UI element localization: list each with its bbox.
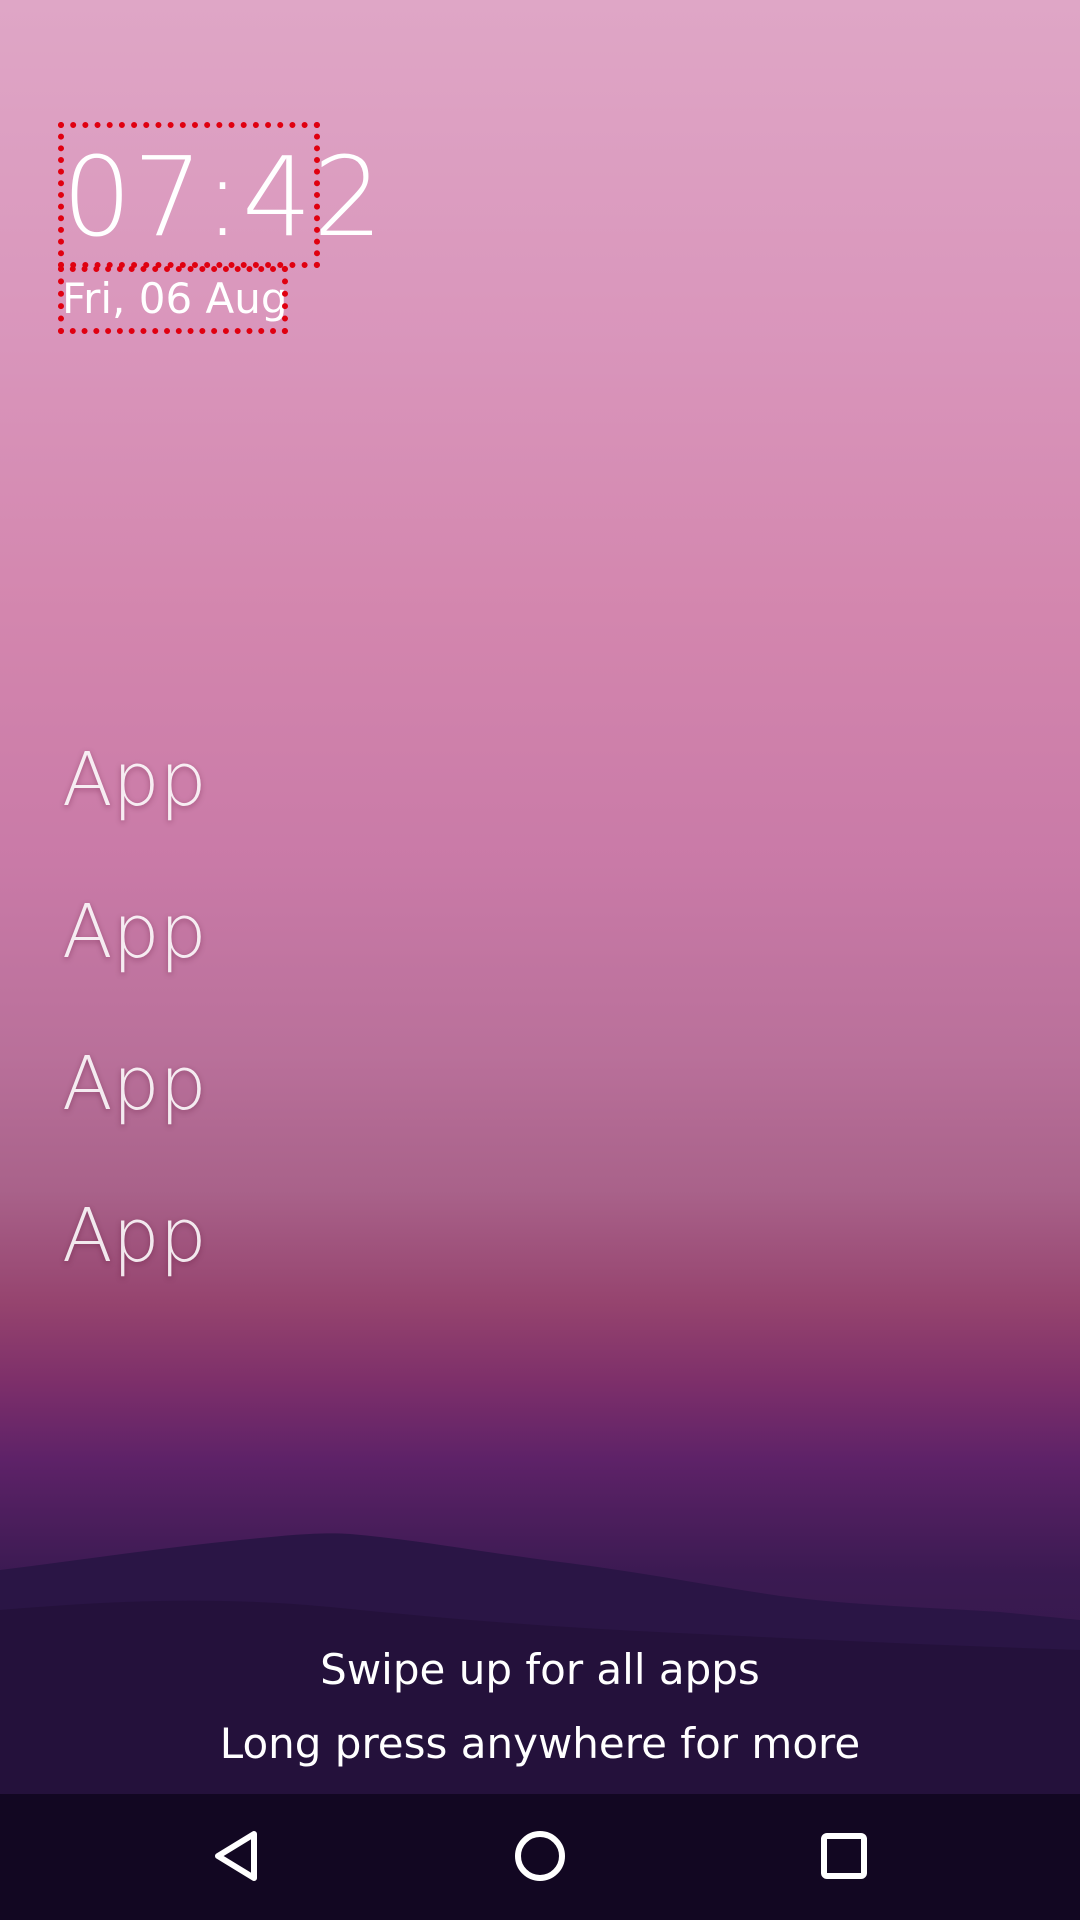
app-item-4[interactable]: App: [62, 1186, 207, 1338]
long-press-hint: Long press anywhere for more: [219, 1719, 861, 1768]
app-item-1[interactable]: App: [62, 730, 207, 882]
app-list: App App App App: [62, 730, 207, 1338]
clock-highlight-box: [58, 122, 320, 268]
navigation-bar: [0, 1794, 1080, 1920]
back-triangle-icon: [210, 1828, 262, 1889]
date-highlight-box: [58, 266, 288, 334]
swipe-hint: Swipe up for all apps: [320, 1645, 760, 1694]
app-item-3[interactable]: App: [62, 1034, 207, 1186]
home-screen[interactable]: 07:42 Fri, 06 Aug App App App App Swipe …: [0, 0, 1080, 1920]
recents-square-icon: [818, 1830, 870, 1887]
home-circle-icon: [512, 1828, 568, 1889]
hint-text: Swipe up for all apps Long press anywher…: [0, 1638, 1080, 1786]
app-item-2[interactable]: App: [62, 882, 207, 1034]
home-button[interactable]: [500, 1818, 580, 1898]
back-button[interactable]: [196, 1818, 276, 1898]
recents-button[interactable]: [804, 1818, 884, 1898]
